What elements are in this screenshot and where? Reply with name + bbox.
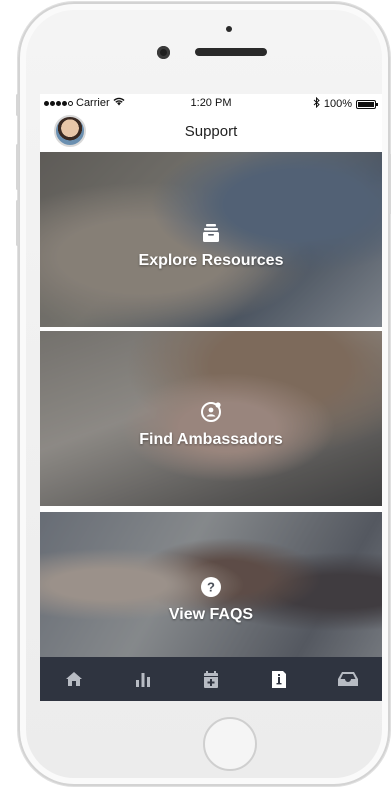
question-circle-icon: ? [200,576,222,598]
find-ambassadors-label: Find Ambassadors [139,430,283,448]
view-faqs-label: View FAQS [168,605,254,623]
tab-calendar[interactable] [191,664,231,694]
volume-down-button [16,200,19,246]
explore-resources-card[interactable]: Explore Resources [40,152,382,327]
inbox-icon [337,672,358,686]
info-doc-icon [271,670,287,688]
explore-resources-label: Explore Resources [138,251,284,269]
volume-up-button [16,144,19,190]
status-bar: Carrier 1:20 PM 100% [40,94,382,112]
front-camera [157,46,170,59]
stack-box-icon [200,222,222,244]
bluetooth-icon [313,96,320,111]
tab-home[interactable] [54,664,94,694]
calendar-add-icon [203,670,219,688]
home-icon [65,671,83,687]
battery-icon [356,99,378,109]
earpiece-speaker [195,48,267,56]
person-location-icon [200,401,222,423]
tab-info[interactable] [259,664,299,694]
bar-chart-icon [134,671,152,687]
proximity-sensor [226,26,232,32]
home-button[interactable] [203,717,257,771]
tab-stats[interactable] [123,664,163,694]
svg-text:?: ? [207,579,215,594]
page-title: Support [184,123,238,140]
navigation-bar: Support [40,112,382,153]
battery-percent: 100% [323,98,352,110]
mute-switch [16,94,19,116]
tab-inbox[interactable] [328,664,368,694]
find-ambassadors-card[interactable]: Find Ambassadors [40,331,382,506]
tab-bar [40,657,382,701]
view-faqs-card[interactable]: ? View FAQS [40,512,382,657]
app-screen: Carrier 1:20 PM 100% Support Explore Res… [40,94,382,701]
